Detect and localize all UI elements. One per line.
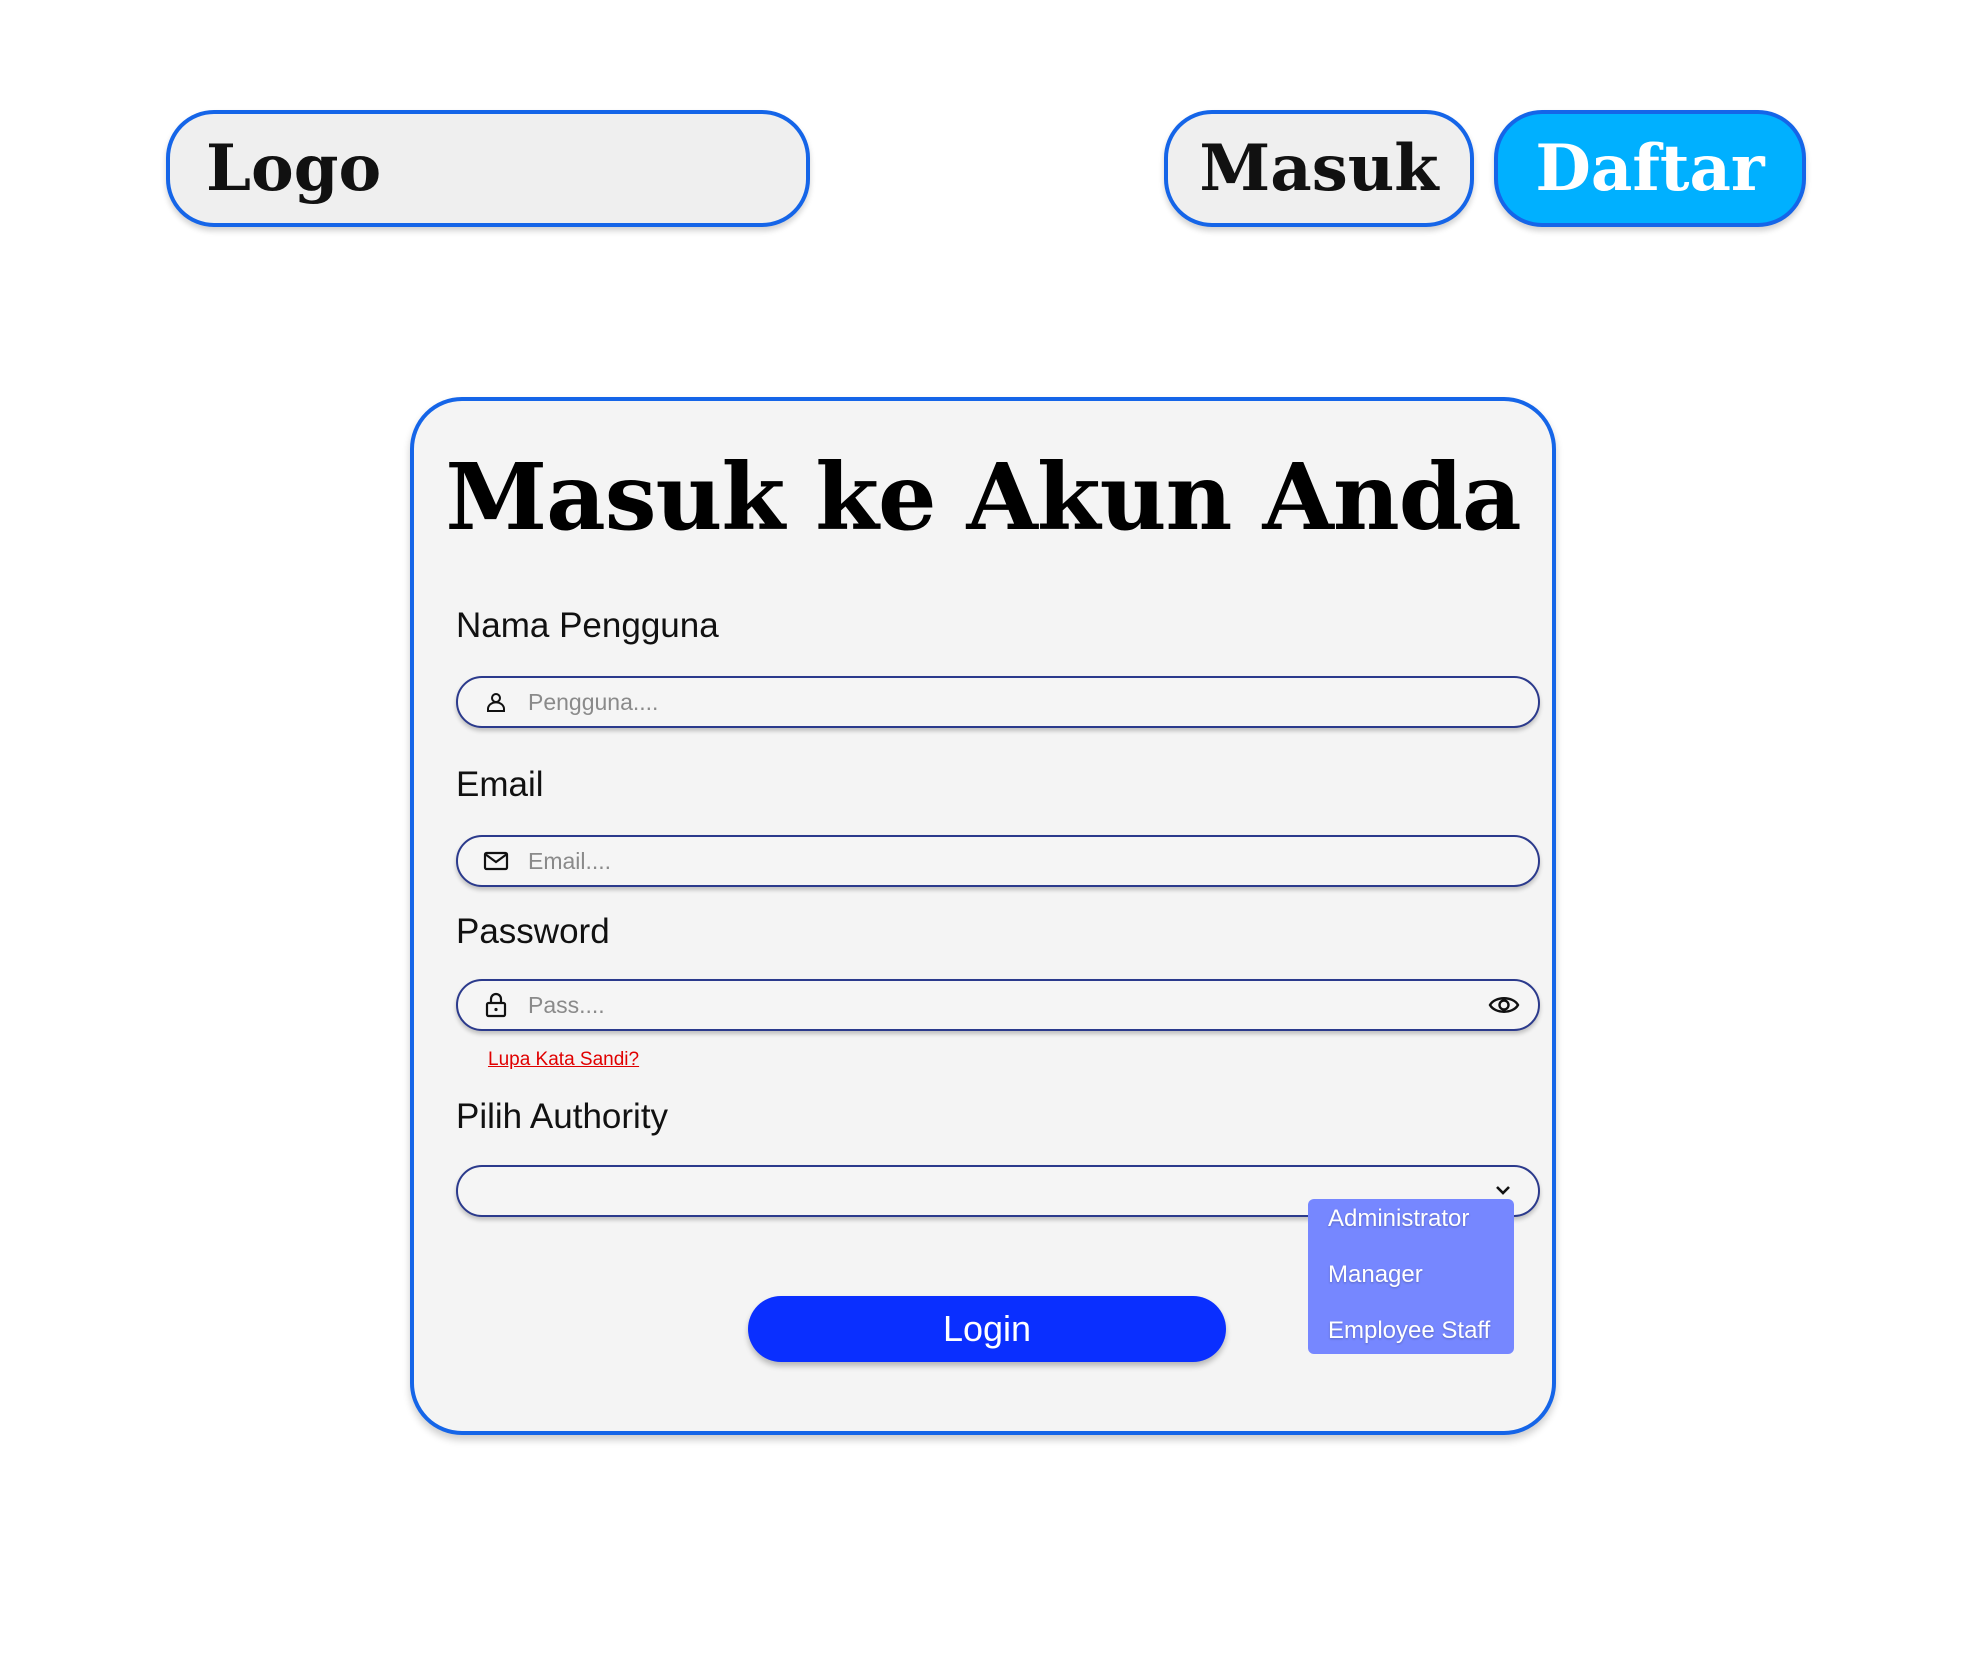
user-icon: [482, 688, 510, 716]
eye-icon[interactable]: [1488, 991, 1520, 1019]
password-label: Password: [456, 912, 610, 951]
username-label: Nama Pengguna: [456, 606, 719, 645]
masuk-button[interactable]: Masuk: [1164, 110, 1474, 227]
lock-icon: [482, 991, 510, 1019]
email-label: Email: [456, 765, 544, 804]
forgot-password-link[interactable]: Lupa Kata Sandi?: [488, 1049, 639, 1071]
authority-option-employee-staff[interactable]: Employee Staff: [1308, 1315, 1514, 1371]
email-field[interactable]: [456, 835, 1540, 887]
login-button[interactable]: Login: [748, 1296, 1226, 1362]
authority-option-administrator[interactable]: Administrator: [1308, 1203, 1514, 1259]
daftar-button[interactable]: Daftar: [1494, 110, 1806, 227]
password-input[interactable]: [526, 984, 1538, 1026]
username-input[interactable]: [526, 681, 1538, 723]
page-title: Masuk ke Akun Anda: [445, 443, 1521, 551]
logo: Logo: [166, 110, 810, 227]
mail-icon: [482, 847, 510, 875]
authority-option-manager[interactable]: Manager: [1308, 1259, 1514, 1315]
username-field[interactable]: [456, 676, 1540, 728]
password-field[interactable]: [456, 979, 1540, 1031]
chevron-down-icon[interactable]: [1492, 1179, 1514, 1201]
email-input[interactable]: [526, 840, 1538, 882]
authority-dropdown: Administrator Manager Employee Staff: [1308, 1199, 1514, 1354]
authority-label: Pilih Authority: [456, 1097, 669, 1136]
